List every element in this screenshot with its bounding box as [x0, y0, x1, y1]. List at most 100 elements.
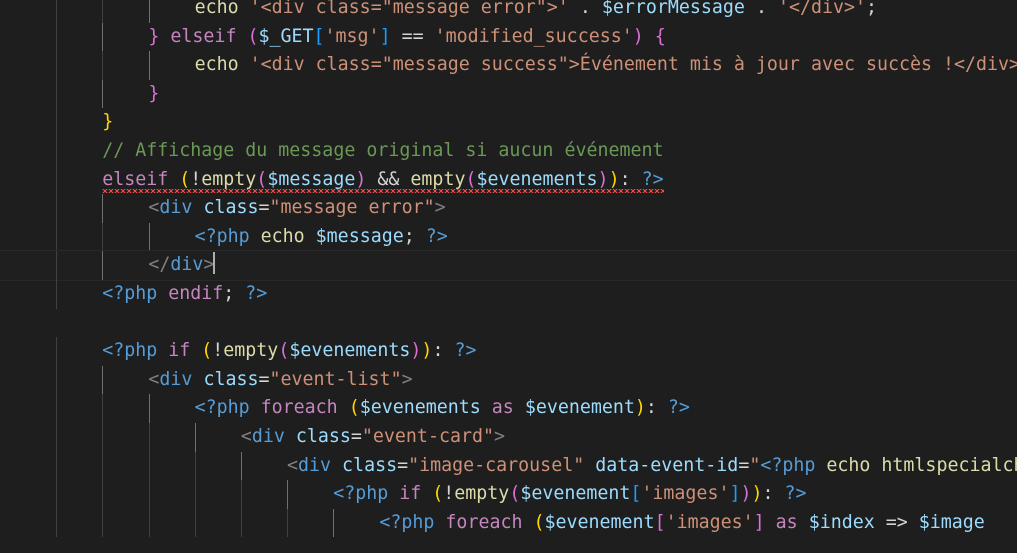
- indent-guide: [56, 508, 58, 538]
- indent-guide: [102, 451, 104, 481]
- code-text: </div>: [148, 251, 216, 280]
- indent-guide: [194, 423, 196, 452]
- code-line[interactable]: }: [0, 108, 1017, 137]
- code-token: 'msg': [324, 25, 380, 47]
- code-line[interactable]: <div class="image-carousel" data-event-i…: [0, 451, 1017, 481]
- code-text: <div class="image-carousel" data-event-i…: [287, 452, 1017, 481]
- indent-guide: [56, 222, 58, 252]
- code-token: =: [258, 368, 270, 390]
- indent-guide: [56, 365, 58, 395]
- code-token: (: [256, 168, 268, 190]
- code-line[interactable]: <?php foreach ($evenements as $evenement…: [0, 394, 1017, 423]
- code-line[interactable]: <div class="message error">: [0, 194, 1017, 223]
- code-line[interactable]: }: [0, 79, 1017, 109]
- indent-guide: [56, 251, 58, 280]
- code-token: ): [597, 168, 609, 190]
- indent-guide: [56, 165, 58, 195]
- code-line[interactable]: [0, 309, 1017, 338]
- code-token: (: [179, 168, 191, 190]
- code-editor[interactable]: echo '<div class="message error">' . $er…: [0, 0, 1017, 553]
- text-cursor: [213, 252, 216, 275]
- code-line[interactable]: // Affichage du message original si aucu…: [0, 137, 1017, 166]
- code-line[interactable]: <?php if (!empty($evenement['images'])):…: [0, 480, 1017, 509]
- code-token: // Affichage du message original si aucu…: [102, 140, 664, 161]
- code-token: <?php: [194, 397, 250, 419]
- code-token: >: [401, 368, 413, 390]
- code-token: "message error": [269, 197, 435, 219]
- indent-guide: [102, 22, 104, 52]
- code-token: ): [740, 483, 752, 505]
- code-text: <?php foreach ($evenement['images'] as $…: [379, 509, 984, 538]
- code-token: [: [313, 25, 325, 47]
- code-text: <div class="message error">: [148, 194, 445, 223]
- code-token: </: [148, 254, 171, 276]
- indent-guide: [287, 508, 289, 538]
- code-text: elseif (!empty($message) && empty($evene…: [102, 166, 664, 195]
- indent-guide: [194, 451, 196, 481]
- indent-guide: [56, 79, 58, 109]
- code-token: $index: [808, 511, 875, 533]
- code-token: =: [258, 197, 270, 219]
- code-token: ): [632, 25, 644, 47]
- code-token: $evenement: [524, 397, 635, 419]
- code-line[interactable]: echo '<div class="message error">' . $er…: [0, 0, 1017, 23]
- code-line[interactable]: elseif (!empty($message) && empty($evene…: [0, 165, 1017, 195]
- code-token: echo: [249, 225, 316, 247]
- indent-guide: [194, 508, 196, 538]
- indent-guide: [241, 480, 242, 509]
- indent-guide: [148, 394, 150, 423]
- code-token: .: [744, 0, 778, 18]
- code-text: }: [102, 108, 113, 137]
- code-line[interactable]: <?php foreach ($evenement['images'] as $…: [0, 508, 1017, 538]
- code-token: (: [348, 397, 360, 419]
- code-token: empty: [201, 168, 257, 190]
- code-text: <?php if (!empty($evenements)): ?>: [102, 337, 476, 366]
- indent-guide: [56, 194, 58, 223]
- code-line[interactable]: <?php if (!empty($evenements)): ?>: [0, 337, 1017, 366]
- code-token: if: [157, 340, 202, 362]
- code-token: elseif: [102, 168, 180, 190]
- code-token: :: [619, 168, 642, 190]
- indent-guide: [56, 394, 58, 423]
- code-token: ?>: [784, 483, 807, 505]
- code-token: data-event-id: [584, 454, 739, 476]
- code-line[interactable]: </div>: [0, 250, 1017, 281]
- code-token: echo: [194, 54, 250, 76]
- code-token: =: [738, 454, 750, 476]
- indent-guide: [148, 423, 150, 452]
- code-token: echo: [194, 0, 250, 18]
- code-token: <: [148, 197, 160, 219]
- code-line[interactable]: <?php endif; ?>: [0, 280, 1017, 309]
- indent-guide: [56, 451, 58, 481]
- code-line[interactable]: } elseif ($_GET['msg'] == 'modified_succ…: [0, 22, 1017, 52]
- code-line[interactable]: <div class="event-card">: [0, 423, 1017, 452]
- code-text: } elseif ($_GET['msg'] == 'modified_succ…: [148, 23, 665, 52]
- code-text: <?php endif; ?>: [102, 280, 267, 309]
- indent-guide: [56, 337, 58, 366]
- code-token: ;: [403, 225, 426, 247]
- indent-guide: [148, 222, 150, 252]
- code-token: (: [432, 483, 444, 505]
- code-token: $message: [267, 168, 356, 190]
- code-token: $evenement: [544, 511, 655, 533]
- code-line[interactable]: <?php echo $message; ?>: [0, 222, 1017, 252]
- code-token: '<div class="message success">Événement …: [249, 54, 1017, 76]
- code-token: endif: [157, 283, 224, 304]
- code-token: class: [331, 454, 398, 476]
- code-token: =: [397, 454, 409, 476]
- code-token: (: [509, 483, 521, 505]
- code-line[interactable]: <div class="event-list">: [0, 365, 1017, 395]
- code-token: !: [212, 340, 224, 362]
- indent-guide: [148, 451, 150, 481]
- indent-guide: [56, 22, 58, 52]
- code-text: <?php foreach ($evenements as $evenement…: [195, 394, 690, 423]
- code-token: >: [434, 197, 446, 219]
- code-line[interactable]: echo '<div class="message success">Événe…: [0, 51, 1017, 80]
- code-token: ): [634, 397, 646, 419]
- indent-guide: [102, 394, 104, 423]
- indent-guide: [56, 51, 58, 80]
- indent-guide: [56, 108, 58, 137]
- code-token: "event-card": [361, 426, 494, 447]
- code-token: "event-list": [269, 368, 402, 390]
- code-token: ?>: [667, 397, 690, 419]
